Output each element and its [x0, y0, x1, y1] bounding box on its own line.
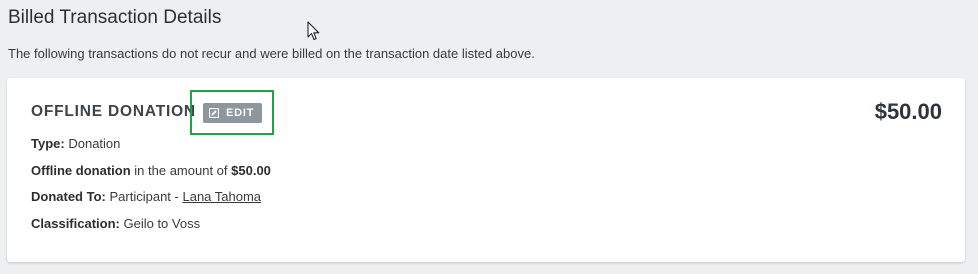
type-label: Type:	[31, 136, 65, 151]
detail-donated-to: Donated To: Participant - Lana Tahoma	[31, 189, 261, 204]
offline-donation-text: in the amount of	[134, 163, 228, 178]
offline-donation-amount: $50.00	[231, 163, 271, 178]
type-value: Donation	[68, 136, 121, 151]
transaction-card: OFFLINE DONATION EDIT $50.00 Type: Donat…	[7, 78, 965, 262]
detail-offline-donation: Offline donation in the amount of $50.00	[31, 163, 271, 178]
edit-button[interactable]: EDIT	[203, 103, 263, 123]
participant-link[interactable]: Lana Tahoma	[182, 189, 261, 204]
edit-icon	[208, 107, 220, 119]
section-title: Billed Transaction Details	[8, 7, 222, 28]
transaction-title: OFFLINE DONATION	[31, 103, 196, 120]
classification-value: Geilo to Voss	[123, 216, 201, 231]
edit-button-label: EDIT	[226, 107, 255, 119]
donated-to-prefix: Participant -	[109, 189, 179, 204]
detail-type: Type: Donation	[31, 136, 120, 151]
offline-donation-label: Offline donation	[31, 163, 131, 178]
detail-classification: Classification: Geilo to Voss	[31, 216, 200, 231]
transaction-amount: $50.00	[874, 99, 942, 124]
section-description: The following transactions do not recur …	[8, 46, 535, 61]
donated-to-label: Donated To:	[31, 189, 106, 204]
mouse-cursor-icon	[307, 21, 320, 41]
classification-label: Classification:	[31, 216, 120, 231]
